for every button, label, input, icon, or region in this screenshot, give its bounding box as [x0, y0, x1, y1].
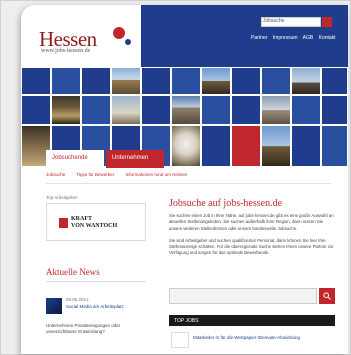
- logo-area[interactable]: Hessen www.jobs-hessen.de: [21, 5, 141, 67]
- mosaic-tile: [321, 67, 348, 95]
- mosaic-tile: [321, 125, 348, 167]
- logo-url: www.jobs-hessen.de: [41, 48, 91, 54]
- top-link-partner[interactable]: Partner: [251, 35, 267, 41]
- top-link-kontakt[interactable]: Kontakt: [319, 35, 336, 41]
- search-placeholder: Jobsuche: [263, 18, 285, 24]
- news-link[interactable]: Social Media am Arbeitsplatz: [66, 304, 124, 309]
- partner-logo-icon: [59, 218, 68, 228]
- sub-navigation: Jobsuche Tipps für Bewerber Informatione…: [46, 172, 331, 184]
- top-jobs-header: TOP JOBS: [169, 315, 335, 326]
- partner-name: KRAFT VON WANTOCH: [71, 216, 117, 230]
- main-heading: Jobsuche auf jobs-hessen.de: [169, 198, 283, 209]
- mosaic-photo-lake: [171, 95, 201, 125]
- mosaic-tile: [141, 95, 171, 125]
- mosaic-tile: [81, 95, 111, 125]
- mosaic-tile: [291, 125, 321, 167]
- mosaic-photo-palace: [261, 95, 291, 125]
- mosaic-photo-buildings: [201, 67, 231, 95]
- news-date: 05.06.2012: [66, 297, 89, 302]
- job-search-button[interactable]: [319, 288, 335, 304]
- mosaic-tile: [201, 95, 231, 125]
- mosaic-photo-skyline: [111, 67, 141, 95]
- subnav-item-jobsuche[interactable]: Jobsuche: [46, 172, 65, 177]
- news-teaser: Unternehmen Privatanregungen oder unverz…: [46, 323, 121, 334]
- subnav-item-tipps[interactable]: Tipps für Bewerber: [76, 172, 114, 177]
- mosaic-photo-castle: [291, 67, 321, 95]
- mosaic-tile: [231, 95, 261, 125]
- logo-blue-dot-icon: [125, 39, 131, 45]
- top-links: Partner Impressum AGB Kontakt: [251, 35, 340, 41]
- search-icon: [323, 292, 331, 300]
- mosaic-tile-red: [231, 125, 261, 167]
- intro-paragraph-2: Sie sind Arbeitgeber und suchen qualifiz…: [169, 237, 334, 256]
- partner-label: Top Arbeitgeber: [46, 195, 78, 200]
- partner-name-line1: KRAFT: [71, 216, 92, 222]
- mosaic-tile: [171, 67, 201, 95]
- logo-red-dot-icon: [113, 27, 125, 39]
- sidebar: Top Arbeitgeber KRAFT VON WANTOCH: [46, 195, 156, 241]
- browser-frame: Hessen www.jobs-hessen.de Jobsuche Partn…: [0, 0, 351, 355]
- subnav-item-info[interactable]: Informationen rund um Hessen: [126, 172, 188, 177]
- mosaic-photo-domes: [111, 95, 141, 125]
- top-link-agb[interactable]: AGB: [303, 35, 314, 41]
- website-page: Hessen www.jobs-hessen.de Jobsuche Partn…: [21, 5, 348, 354]
- mosaic-tile: [81, 67, 111, 95]
- partner-logo-box[interactable]: KRAFT VON WANTOCH: [46, 203, 146, 241]
- mosaic-tile: [231, 67, 261, 95]
- job-item-logo[interactable]: [171, 332, 189, 348]
- intro-paragraph-1: Sie suchen einen Job in Ihrer Nähe, auf …: [169, 213, 334, 231]
- mosaic-tile: [321, 95, 348, 125]
- top-link-impressum[interactable]: Impressum: [273, 35, 298, 41]
- mosaic-tile: [261, 67, 291, 95]
- mosaic-tile: [291, 95, 321, 125]
- mosaic-tile: [51, 67, 81, 95]
- news-thumbnail[interactable]: [46, 298, 62, 314]
- tab-jobsuchende[interactable]: Jobsuchende: [46, 150, 104, 168]
- main-intro: Sie suchen einen Job in Ihrer Nähe, auf …: [169, 213, 334, 257]
- partner-name-line2: VON WANTOCH: [71, 223, 118, 229]
- mosaic-tile: [201, 125, 231, 167]
- mosaic-tile: [141, 67, 171, 95]
- job-search-input[interactable]: [169, 288, 317, 304]
- mosaic-photo-statue: [51, 95, 81, 125]
- news-divider: [46, 281, 146, 282]
- news-heading: Aktuelle News: [46, 267, 100, 277]
- mosaic-photo-clock: [171, 125, 201, 167]
- mosaic-tile: [21, 95, 51, 125]
- mosaic-tile: [21, 67, 51, 95]
- job-item-link[interactable]: Mitarbeiter m für die Wertpapier-/Deriva…: [193, 335, 300, 340]
- tab-unternehmen[interactable]: Unternehmen: [106, 150, 164, 168]
- mosaic-photo-tower: [261, 125, 291, 167]
- search-button[interactable]: [322, 17, 332, 27]
